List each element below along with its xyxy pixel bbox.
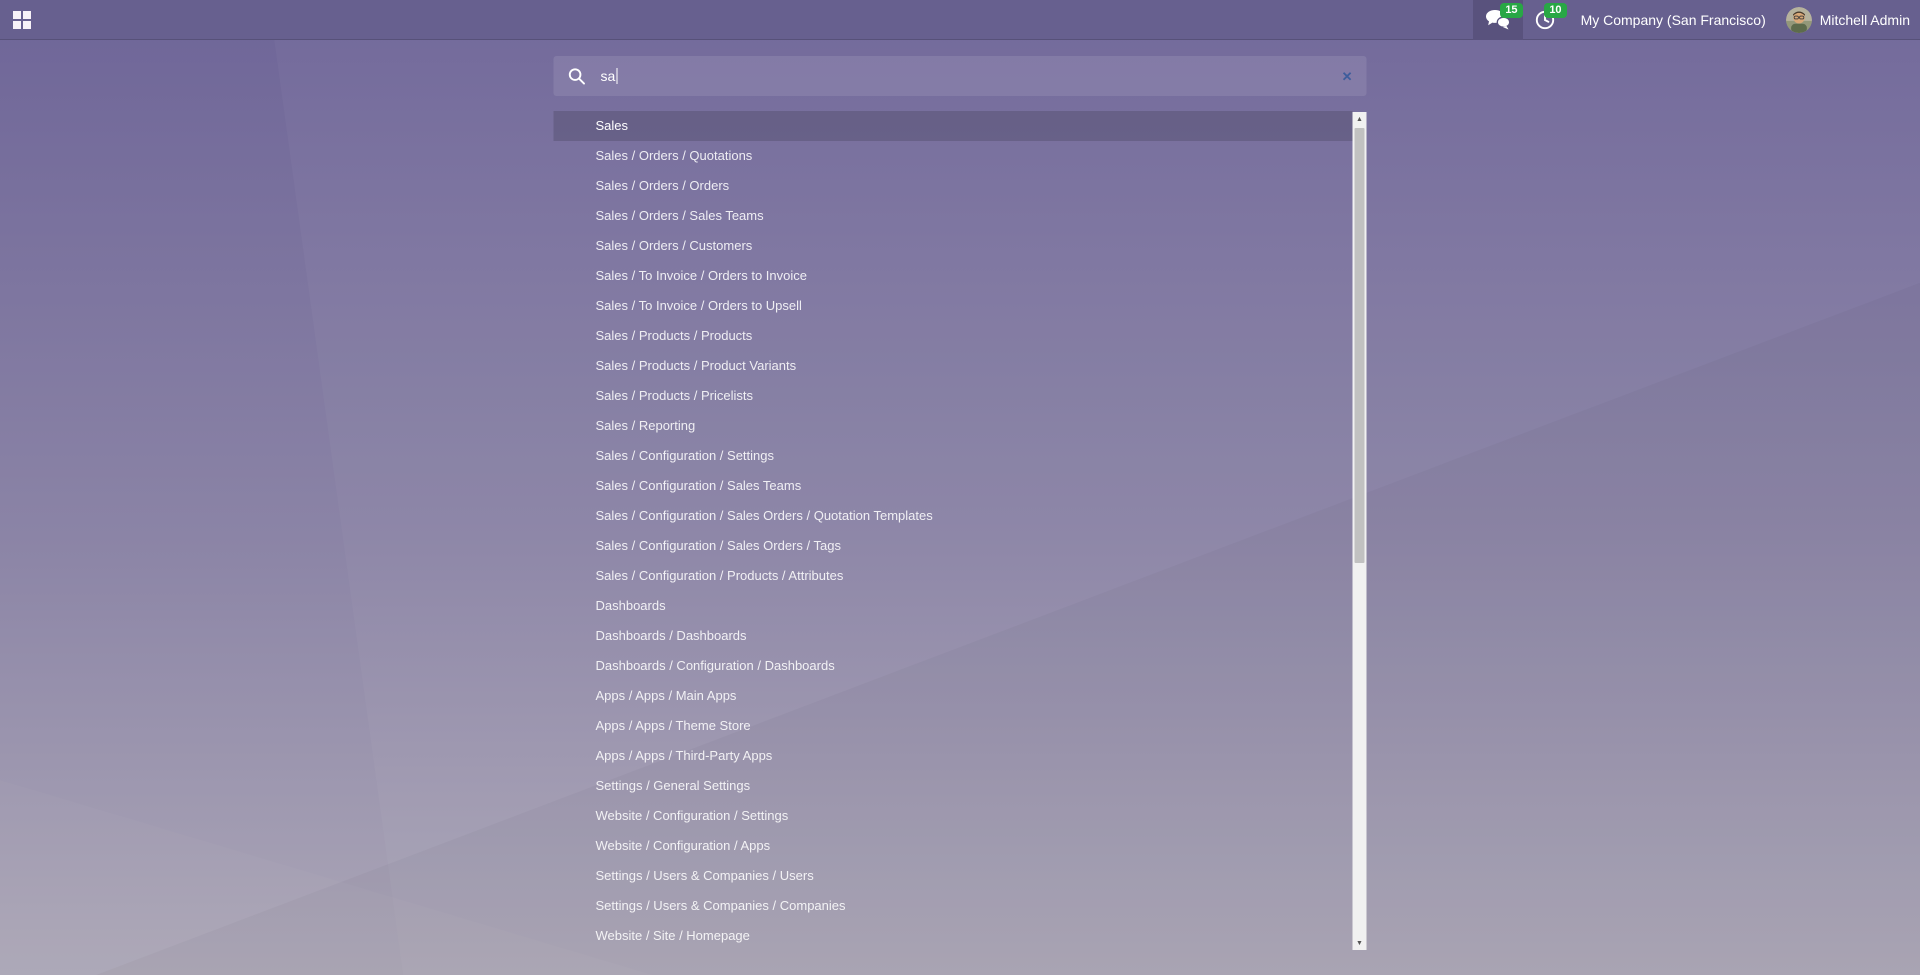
- activities-systray-button[interactable]: 10: [1523, 0, 1567, 40]
- menu-search-result[interactable]: Dashboards / Dashboards: [554, 621, 1353, 651]
- scrollbar-thumb[interactable]: [1355, 128, 1365, 563]
- menu-search-result[interactable]: Settings / General Settings: [554, 771, 1353, 801]
- messages-count-badge: 15: [1500, 3, 1522, 18]
- menu-search-result[interactable]: Sales / Configuration / Settings: [554, 441, 1353, 471]
- menu-search-result[interactable]: Sales / Configuration / Products / Attri…: [554, 561, 1353, 591]
- company-switcher[interactable]: My Company (San Francisco): [1567, 0, 1780, 40]
- menu-search-result[interactable]: Dashboards: [554, 591, 1353, 621]
- menu-search-result[interactable]: Sales / To Invoice / Orders to Invoice: [554, 261, 1353, 291]
- menu-search-result[interactable]: Sales / Configuration / Sales Orders / Q…: [554, 501, 1353, 531]
- top-navbar: 15 10 My Company (San Francisco): [0, 0, 1920, 40]
- apps-grid-icon: [13, 11, 31, 29]
- menu-search-result[interactable]: Website / Configuration / Apps: [554, 831, 1353, 861]
- menu-search-result[interactable]: Dashboards / Configuration / Dashboards: [554, 651, 1353, 681]
- menu-search-result[interactable]: Sales / Configuration / Sales Orders / T…: [554, 531, 1353, 561]
- apps-menu-toggle[interactable]: [0, 0, 44, 40]
- company-name: My Company (San Francisco): [1581, 12, 1766, 28]
- menu-search-result[interactable]: Sales / Orders / Orders: [554, 171, 1353, 201]
- menu-search-result[interactable]: Apps / Apps / Third-Party Apps: [554, 741, 1353, 771]
- menu-search-input[interactable]: sa ✕: [554, 56, 1367, 96]
- menu-search-result[interactable]: Sales / Orders / Quotations: [554, 141, 1353, 171]
- menu-search-result[interactable]: Sales: [554, 111, 1353, 141]
- messages-systray-button[interactable]: 15: [1473, 0, 1523, 40]
- menu-search-result[interactable]: Sales / To Invoice / Orders to Upsell: [554, 291, 1353, 321]
- clear-search-icon[interactable]: ✕: [1340, 68, 1355, 85]
- scroll-down-icon[interactable]: ▼: [1353, 936, 1367, 950]
- user-name: Mitchell Admin: [1820, 12, 1910, 28]
- menu-search-result[interactable]: Website / Configuration / Settings: [554, 801, 1353, 831]
- menu-search-result[interactable]: Website / Site / Homepage: [554, 921, 1353, 951]
- home-menu: sa ✕ SalesSales / Orders / QuotationsSal…: [554, 56, 1367, 952]
- user-menu[interactable]: Mitchell Admin: [1780, 0, 1920, 40]
- search-icon: [568, 67, 587, 86]
- results-list: SalesSales / Orders / QuotationsSales / …: [554, 111, 1353, 951]
- scroll-up-icon[interactable]: ▲: [1353, 112, 1367, 126]
- menu-search-result[interactable]: Sales / Products / Products: [554, 321, 1353, 351]
- menu-search-result[interactable]: Sales / Orders / Customers: [554, 231, 1353, 261]
- menu-search-result[interactable]: Sales / Reporting: [554, 411, 1353, 441]
- search-input-value: sa: [601, 68, 616, 84]
- menu-search-result[interactable]: Sales / Configuration / Sales Teams: [554, 471, 1353, 501]
- menu-search-result[interactable]: Apps / Apps / Main Apps: [554, 681, 1353, 711]
- results-scrollbar[interactable]: ▲ ▼: [1353, 112, 1367, 950]
- menu-search-result[interactable]: Apps / Apps / Theme Store: [554, 711, 1353, 741]
- user-avatar: [1786, 7, 1812, 33]
- menu-search-result[interactable]: Settings / Users & Companies / Users: [554, 861, 1353, 891]
- menu-search-results: SalesSales / Orders / QuotationsSales / …: [554, 111, 1367, 952]
- text-caret: [616, 68, 617, 84]
- activities-count-badge: 10: [1544, 3, 1566, 18]
- menu-search-result[interactable]: Sales / Products / Product Variants: [554, 351, 1353, 381]
- menu-search-result[interactable]: Settings / Users & Companies / Companies: [554, 891, 1353, 921]
- menu-search-result[interactable]: Sales / Products / Pricelists: [554, 381, 1353, 411]
- menu-search-result[interactable]: Sales / Orders / Sales Teams: [554, 201, 1353, 231]
